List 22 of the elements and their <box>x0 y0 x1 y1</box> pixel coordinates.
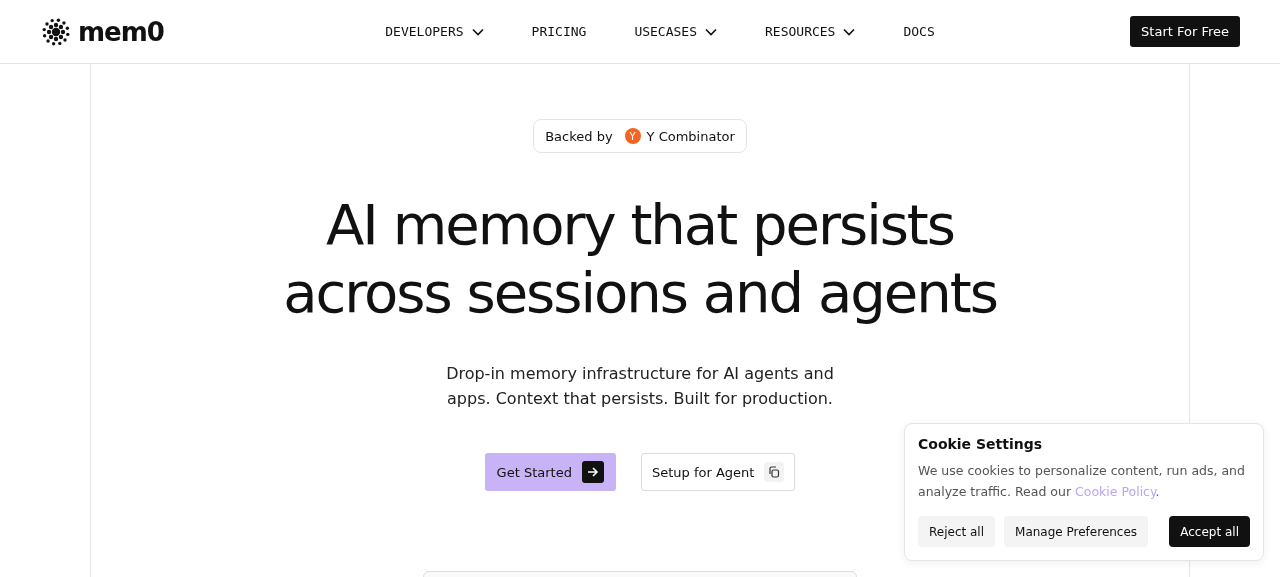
dialog-title: Cookie Settings <box>918 436 1044 452</box>
nav-link[interactable]: RESOURCES <box>765 24 856 39</box>
cookie-text: We use cookies to personalize content, run ads, and analyze traffic. Read our Cookie Policy. <box>918 462 1246 501</box>
nav-link[interactable]: DOCS <box>903 24 935 39</box>
start-free-button[interactable]: Start For Free <box>1130 16 1240 47</box>
hero-title: AI memory that persists <box>325 191 955 259</box>
logo-text[interactable]: mem0 <box>78 16 164 47</box>
arrow-right-icon <box>581 461 604 483</box>
setup-agent-button[interactable]: Setup for Agent <box>640 453 796 491</box>
get-started-button[interactable]: Get Started <box>484 453 616 491</box>
accept-button[interactable]: Accept all <box>1169 516 1250 547</box>
badge-label: Backed by <box>545 128 613 144</box>
cookie-option-button[interactable]: Reject all <box>918 516 996 547</box>
nav-link[interactable]: DEVELOPERS <box>385 24 484 39</box>
nav-link[interactable]: PRICING <box>531 24 587 39</box>
cookie-option-button[interactable]: Manage Preferences <box>1004 516 1149 547</box>
badge-name: Y Combinator <box>646 128 735 144</box>
copy-icon <box>764 462 785 482</box>
hero-title: across sessions and agents <box>283 259 997 327</box>
nav-link[interactable]: USECASES <box>634 24 717 39</box>
yc-logo: Y <box>624 128 641 144</box>
hero-subtitle: Drop-in memory infrastructure for AI agents and apps. Context that persists. Built for production. <box>445 363 835 410</box>
